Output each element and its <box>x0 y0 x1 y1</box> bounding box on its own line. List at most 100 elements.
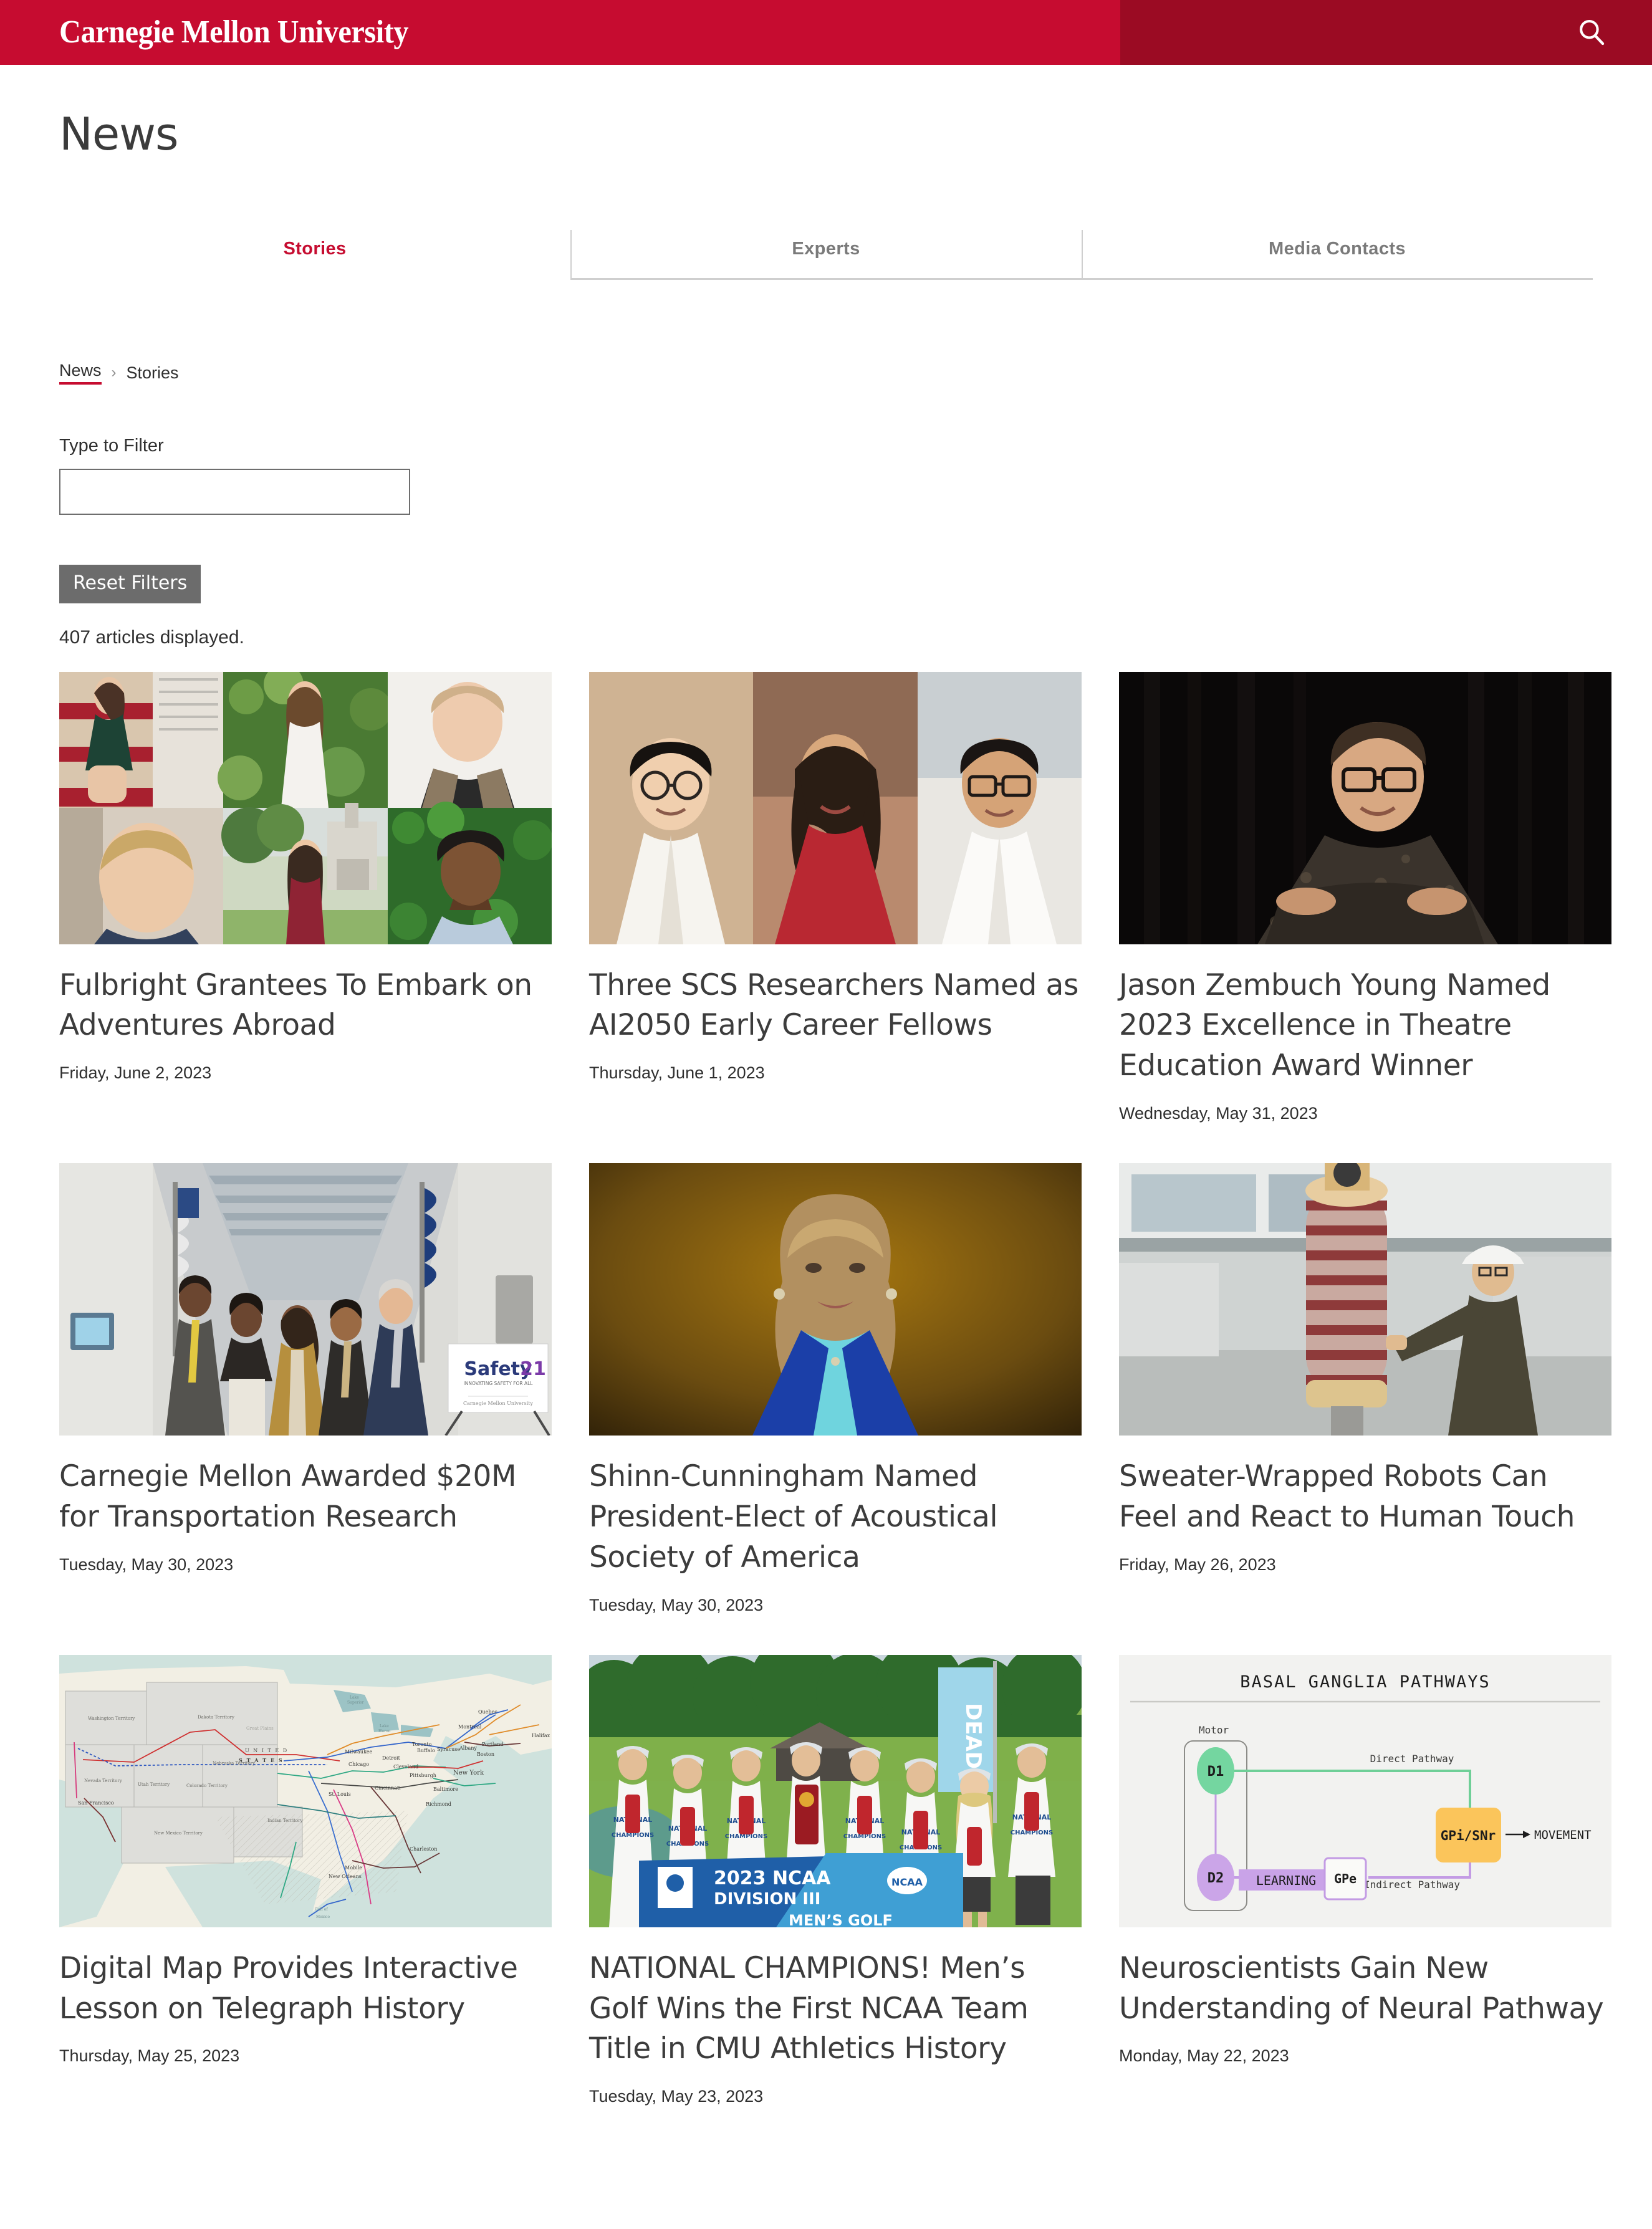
article-date: Monday, May 22, 2023 <box>1119 2046 1289 2066</box>
basal-ganglia-diagram-image[interactable]: BASAL GANGLIA PATHWAYS Motor Direct Path… <box>1119 1654 1611 1927</box>
filter-input[interactable] <box>59 469 410 515</box>
three-researcher-headshots-image[interactable] <box>589 671 1082 944</box>
svg-text:Washington Territory: Washington Territory <box>88 1716 135 1721</box>
article-title[interactable]: Fulbright Grantees To Embark on Adventur… <box>59 966 552 1047</box>
svg-text:GPe: GPe <box>1334 1871 1357 1886</box>
svg-text:Pittsburgh: Pittsburgh <box>410 1773 436 1778</box>
svg-text:Buffalo: Buffalo <box>417 1748 435 1753</box>
svg-text:Utah Territory: Utah Territory <box>138 1782 170 1787</box>
svg-text:Gulf of: Gulf of <box>315 1907 328 1912</box>
svg-text:Baltimore: Baltimore <box>433 1786 458 1792</box>
svg-text:D1: D1 <box>1208 1764 1224 1780</box>
article-card[interactable]: Three SCS Researchers Named as AI2050 Ea… <box>589 671 1082 1083</box>
historic-us-telegraph-map-image[interactable]: Washington Territory Dakota Territory Ne… <box>59 1654 552 1927</box>
svg-text:Toronto: Toronto <box>412 1742 432 1747</box>
svg-text:Boston: Boston <box>477 1752 494 1757</box>
svg-text:Syracuse: Syracuse <box>437 1747 460 1752</box>
svg-text:MOVEMENT: MOVEMENT <box>1534 1828 1592 1842</box>
svg-text:Huron: Huron <box>378 1729 391 1733</box>
svg-text:Colorado Territory: Colorado Territory <box>186 1783 228 1788</box>
svg-text:Cincinnati: Cincinnati <box>375 1785 401 1791</box>
article-card[interactable]: Sweater-Wrapped Robots Can Feel and Reac… <box>1119 1163 1611 1575</box>
svg-text:Great Plains: Great Plains <box>246 1726 274 1731</box>
svg-text:2023 NCAA: 2023 NCAA <box>714 1867 831 1889</box>
man-dark-background-portrait-image[interactable] <box>1119 671 1611 944</box>
ncaa-golf-champions-team-image[interactable]: DEAD NATIONAL CHAMPIONS <box>589 1654 1082 1927</box>
section-tabs: Stories Experts Media Contacts <box>59 225 1593 280</box>
svg-text:U N I T E D: U N I T E D <box>245 1748 288 1753</box>
breadcrumb: News › Stories <box>59 361 1593 385</box>
svg-text:Milwaukee: Milwaukee <box>345 1749 373 1755</box>
article-date: Tuesday, May 23, 2023 <box>589 2087 764 2106</box>
article-title[interactable]: Shinn-Cunningham Named President-Elect o… <box>589 1457 1082 1578</box>
svg-text:NCAA: NCAA <box>891 1876 923 1888</box>
svg-text:Lake: Lake <box>350 1695 359 1700</box>
svg-text:S T A T E S: S T A T E S <box>239 1757 284 1763</box>
breadcrumb-separator-icon: › <box>111 364 117 381</box>
svg-text:INNOVATING SAFETY FOR ALL: INNOVATING SAFETY FOR ALL <box>464 1381 534 1386</box>
svg-text:BASAL GANGLIA PATHWAYS: BASAL GANGLIA PATHWAYS <box>1240 1672 1491 1692</box>
svg-text:Mobile: Mobile <box>345 1865 362 1871</box>
article-card[interactable]: DEAD NATIONAL CHAMPIONS <box>589 1654 1082 2107</box>
svg-text:DIVISION III: DIVISION III <box>714 1890 820 1909</box>
filter-block: Type to Filter Reset Filters 407 article… <box>59 436 1593 648</box>
article-card[interactable]: Fulbright Grantees To Embark on Adventur… <box>59 671 552 1083</box>
svg-text:Chicago: Chicago <box>348 1762 369 1767</box>
article-title[interactable]: Neuroscientists Gain New Understanding o… <box>1119 1949 1611 2030</box>
svg-text:Montreal: Montreal <box>458 1724 482 1730</box>
article-date: Wednesday, May 31, 2023 <box>1119 1104 1318 1123</box>
robot-arm-sweater-lab-image[interactable] <box>1119 1163 1611 1436</box>
article-card[interactable]: Washington Territory Dakota Territory Ne… <box>59 1654 552 2066</box>
article-grid: Fulbright Grantees To Embark on Adventur… <box>59 671 1611 2147</box>
tab-stories[interactable]: Stories <box>59 225 570 280</box>
article-title[interactable]: Three SCS Researchers Named as AI2050 Ea… <box>589 966 1082 1047</box>
article-date: Tuesday, May 30, 2023 <box>59 1555 234 1574</box>
article-date: Thursday, May 25, 2023 <box>59 2046 240 2066</box>
woman-blue-jacket-portrait-image[interactable] <box>589 1163 1082 1436</box>
search-icon[interactable] <box>1570 11 1613 54</box>
svg-text:21: 21 <box>520 1358 546 1380</box>
page-body: News Stories Experts Media Contacts News… <box>0 112 1652 2146</box>
svg-text:St. Louis: St. Louis <box>329 1791 351 1797</box>
portrait-grid-six-students-image[interactable] <box>59 671 552 944</box>
svg-text:Indirect Pathway: Indirect Pathway <box>1364 1879 1460 1891</box>
filter-label: Type to Filter <box>59 436 164 456</box>
page-title: News <box>59 108 179 160</box>
article-title[interactable]: Jason Zembuch Young Named 2023 Excellenc… <box>1119 966 1611 1087</box>
article-card[interactable]: Shinn-Cunningham Named President-Elect o… <box>589 1163 1082 1615</box>
article-card[interactable]: Safety 21 INNOVATING SAFETY FOR ALL Carn… <box>59 1163 552 1575</box>
article-date: Friday, June 2, 2023 <box>59 1063 212 1083</box>
svg-text:MEN’S GOLF: MEN’S GOLF <box>789 1912 893 1927</box>
site-header: Carnegie Mellon University <box>0 0 1652 65</box>
tab-media-contacts[interactable]: Media Contacts <box>1082 225 1593 278</box>
svg-text:Direct Pathway: Direct Pathway <box>1370 1753 1454 1765</box>
article-title[interactable]: Digital Map Provides Interactive Lesson … <box>59 1949 552 2030</box>
svg-text:New York: New York <box>453 1770 484 1776</box>
breadcrumb-current-stories: Stories <box>126 363 179 382</box>
svg-text:Dakota Territory: Dakota Territory <box>198 1715 234 1720</box>
svg-text:Mexico: Mexico <box>316 1915 330 1919</box>
svg-text:Motor: Motor <box>1199 1724 1229 1736</box>
svg-text:Lake: Lake <box>380 1724 389 1728</box>
breadcrumb-link-news[interactable]: News <box>59 361 102 385</box>
svg-text:San Francisco: San Francisco <box>78 1800 114 1806</box>
svg-text:New Orleans: New Orleans <box>329 1874 362 1879</box>
cmu-wordmark[interactable]: Carnegie Mellon University <box>59 16 409 49</box>
svg-text:Portland: Portland <box>482 1742 504 1747</box>
reset-filters-button[interactable]: Reset Filters <box>59 565 201 603</box>
svg-text:Richmond: Richmond <box>426 1801 451 1807</box>
article-title[interactable]: Sweater-Wrapped Robots Can Feel and Reac… <box>1119 1457 1611 1538</box>
svg-text:Carnegie Mellon University: Carnegie Mellon University <box>463 1401 534 1406</box>
article-title[interactable]: Carnegie Mellon Awarded $20M for Transpo… <box>59 1457 552 1538</box>
article-card[interactable]: Jason Zembuch Young Named 2023 Excellenc… <box>1119 671 1611 1124</box>
svg-text:Cleveland: Cleveland <box>393 1764 418 1770</box>
tab-experts[interactable]: Experts <box>570 225 1082 278</box>
svg-text:GPi/SNr: GPi/SNr <box>1441 1828 1496 1843</box>
article-title[interactable]: NATIONAL CHAMPIONS! Men’s Golf Wins the … <box>589 1949 1082 2070</box>
safety21-group-photo-image[interactable]: Safety 21 INNOVATING SAFETY FOR ALL Carn… <box>59 1163 552 1436</box>
svg-text:Quebec: Quebec <box>478 1709 497 1715</box>
svg-text:Indian Territory: Indian Territory <box>267 1818 302 1823</box>
svg-text:Nevada Territory: Nevada Territory <box>84 1778 122 1783</box>
svg-text:Halifax: Halifax <box>532 1733 550 1738</box>
article-card[interactable]: BASAL GANGLIA PATHWAYS Motor Direct Path… <box>1119 1654 1611 2066</box>
